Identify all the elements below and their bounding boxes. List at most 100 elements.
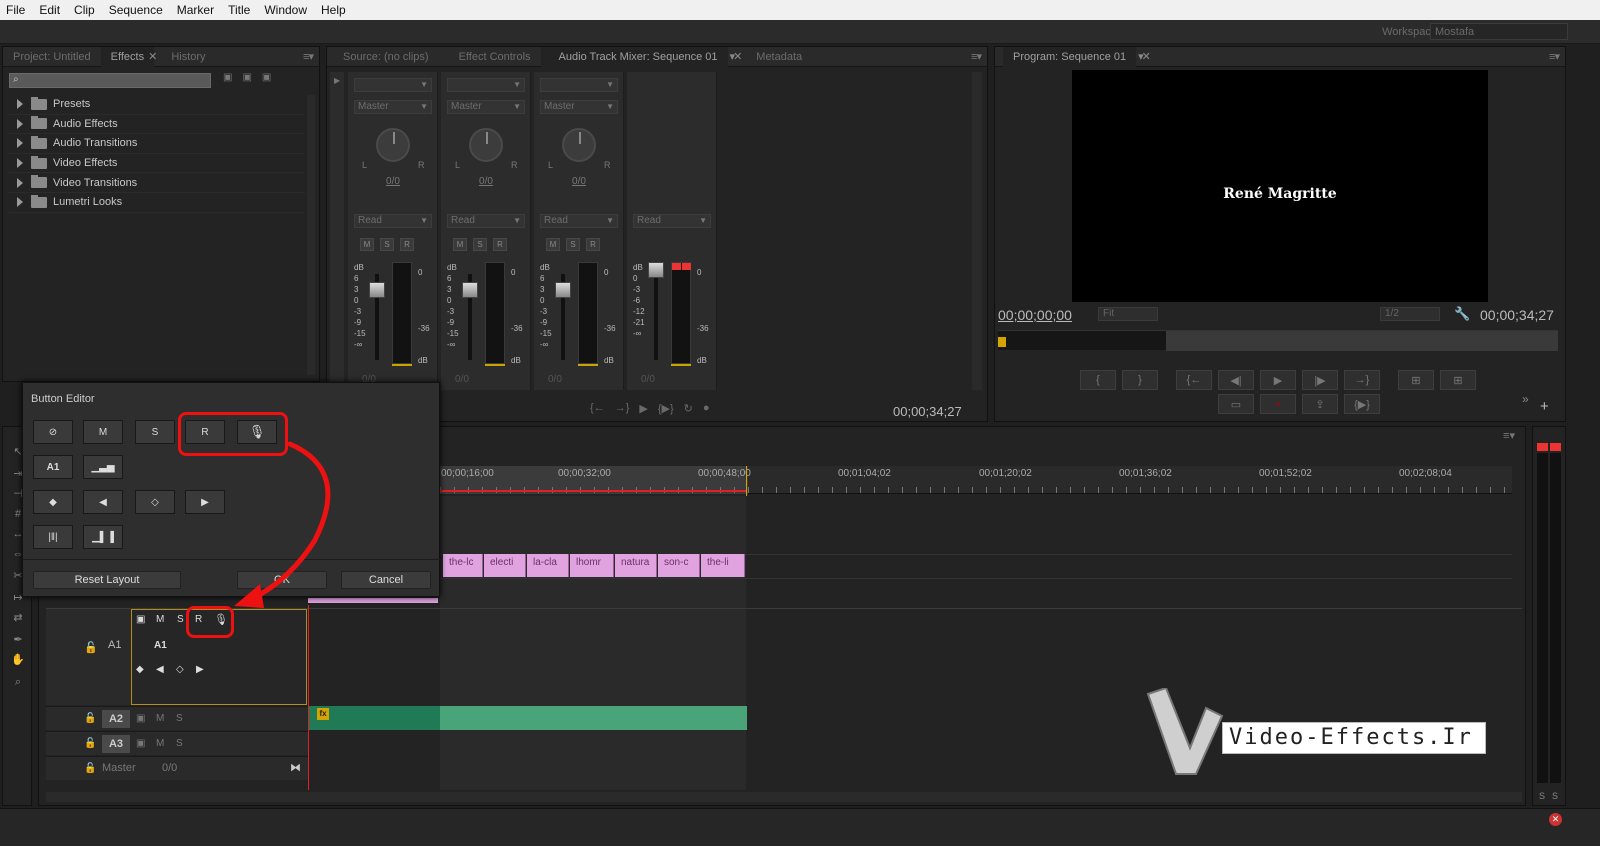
- master-volume-value[interactable]: 0/0: [162, 762, 177, 774]
- video-clip[interactable]: electi: [484, 554, 526, 577]
- lift-button[interactable]: ⊞: [1398, 370, 1434, 390]
- panel-menu-icon[interactable]: ≡▾: [1549, 50, 1560, 63]
- mute-video-icon[interactable]: ⊘: [33, 420, 73, 444]
- work-area-bar[interactable]: [1166, 331, 1558, 351]
- mark-out-button[interactable]: }: [1122, 370, 1158, 390]
- workspace-select[interactable]: Mostafa: [1430, 23, 1568, 40]
- go-to-out-button[interactable]: →}: [1344, 370, 1380, 390]
- strip-input-dropdown[interactable]: [540, 78, 618, 92]
- automation-dropdown[interactable]: Read: [354, 214, 432, 228]
- record-button[interactable]: R: [493, 238, 507, 251]
- error-icon[interactable]: ✕: [1549, 813, 1562, 826]
- video-clip[interactable]: lhomr: [570, 554, 614, 577]
- lock-icon[interactable]: 🔓: [84, 763, 96, 774]
- step-forward-button[interactable]: |▶: [1302, 370, 1338, 390]
- menu-file[interactable]: File: [6, 3, 25, 17]
- play-icon[interactable]: ▶: [639, 402, 647, 418]
- next-keyframe-icon[interactable]: ▶: [185, 490, 225, 514]
- menu-marker[interactable]: Marker: [177, 3, 214, 17]
- mute-video-icon[interactable]: ▣: [136, 614, 145, 625]
- effects-scrollbar[interactable]: [307, 95, 315, 375]
- video-clip[interactable]: the-lc: [443, 554, 483, 577]
- solo-button[interactable]: S: [380, 238, 394, 251]
- export-frame-button[interactable]: ⇪: [1302, 394, 1338, 414]
- close-icon[interactable]: ✕: [148, 50, 157, 63]
- hand-tool-icon[interactable]: ✋: [11, 653, 25, 667]
- 32bit-effects-icon[interactable]: ▣: [242, 72, 251, 88]
- track-target-button[interactable]: A3: [102, 735, 130, 753]
- pan-value[interactable]: 0/0: [348, 176, 438, 187]
- timeline-scrollbar[interactable]: [46, 792, 1522, 802]
- mute-video-icon[interactable]: ▣: [136, 738, 145, 749]
- track-name[interactable]: A1: [108, 639, 121, 651]
- volume-value[interactable]: 0/0: [641, 374, 655, 385]
- mute-video-icon[interactable]: ▣: [136, 713, 145, 724]
- menu-title[interactable]: Title: [228, 3, 250, 17]
- automation-dropdown[interactable]: Read: [447, 214, 525, 228]
- go-to-in-button[interactable]: {←: [1176, 370, 1212, 390]
- expand-icon[interactable]: [17, 99, 23, 110]
- loop-icon[interactable]: ↻: [684, 402, 693, 418]
- mute-button[interactable]: M: [156, 713, 164, 724]
- expand-icon[interactable]: [17, 158, 23, 169]
- tree-item-lumetri-looks[interactable]: Lumetri Looks: [9, 193, 305, 213]
- prev-keyframe-icon[interactable]: ◀: [156, 664, 164, 675]
- program-scrubber[interactable]: [998, 330, 1558, 351]
- pan-value[interactable]: 0/0: [441, 176, 531, 187]
- mute-button[interactable]: M: [156, 738, 164, 749]
- tab-program[interactable]: Program: Sequence 01: [1003, 46, 1137, 67]
- add-button-icon[interactable]: +: [1540, 398, 1549, 415]
- strip-input-dropdown[interactable]: [447, 78, 525, 92]
- volume-fader-handle[interactable]: [648, 262, 664, 278]
- strip-output-dropdown[interactable]: Master: [354, 100, 432, 114]
- mute-button[interactable]: M: [453, 238, 467, 251]
- panel-menu-icon[interactable]: ≡▾: [971, 50, 982, 63]
- mute-button[interactable]: M: [156, 614, 164, 625]
- tab-history[interactable]: History: [161, 47, 215, 67]
- menu-clip[interactable]: Clip: [74, 3, 95, 17]
- pan-knob[interactable]: [469, 128, 503, 162]
- record-button[interactable]: R: [400, 238, 414, 251]
- pen-tool-icon[interactable]: ✒: [11, 633, 25, 647]
- automation-dropdown[interactable]: Read: [633, 214, 711, 228]
- go-to-in-icon[interactable]: {←: [590, 402, 605, 418]
- step-back-button[interactable]: ◀|: [1218, 370, 1254, 390]
- strip-output-dropdown[interactable]: Master: [540, 100, 618, 114]
- tab-effect-controls[interactable]: Effect Controls: [439, 47, 541, 67]
- expand-icon[interactable]: [17, 138, 23, 149]
- tab-source[interactable]: Source: (no clips): [327, 47, 439, 67]
- audio-clip[interactable]: [440, 706, 747, 730]
- pan-knob[interactable]: [376, 128, 410, 162]
- keyframe-icon[interactable]: ◇: [135, 490, 175, 514]
- slide-tool-icon[interactable]: ⇄: [11, 611, 25, 625]
- volume-fader-handle[interactable]: [462, 282, 478, 298]
- tab-metadata[interactable]: Metadata: [746, 47, 812, 67]
- video-clip[interactable]: the-li: [701, 554, 745, 577]
- reset-layout-button[interactable]: Reset Layout: [33, 571, 181, 589]
- program-video-frame[interactable]: René Magritte: [1072, 70, 1488, 302]
- solo-button[interactable]: S: [176, 738, 183, 749]
- prev-keyframe-icon[interactable]: ◀: [83, 490, 123, 514]
- strip-output-dropdown[interactable]: Master: [447, 100, 525, 114]
- close-icon[interactable]: ✕: [1142, 50, 1151, 63]
- tab-effects[interactable]: Effects: [100, 46, 155, 67]
- accelerated-effects-icon[interactable]: ▣: [223, 72, 232, 88]
- tree-item-audio-transitions[interactable]: Audio Transitions: [9, 134, 305, 154]
- audio-clip[interactable]: fx: [309, 706, 440, 730]
- record-button[interactable]: ●: [1260, 394, 1296, 414]
- volume-fader-handle[interactable]: [369, 282, 385, 298]
- expand-arrow-icon[interactable]: ▶: [334, 76, 340, 85]
- menu-sequence[interactable]: Sequence: [109, 3, 163, 17]
- close-icon[interactable]: ✕: [733, 50, 742, 63]
- extract-button[interactable]: ⊞: [1440, 370, 1476, 390]
- go-to-out-icon[interactable]: →}: [615, 402, 630, 418]
- volume-fader-handle[interactable]: [555, 282, 571, 298]
- volume-value[interactable]: 0/0: [548, 374, 562, 385]
- mute-button[interactable]: M: [83, 420, 123, 444]
- tree-item-video-transitions[interactable]: Video Transitions: [9, 173, 305, 193]
- mixer-scrollbar[interactable]: [972, 72, 982, 390]
- tab-audio-track-mixer[interactable]: Audio Track Mixer: Sequence 01: [540, 46, 728, 67]
- zoom-tool-icon[interactable]: ⌕: [11, 675, 25, 689]
- panel-menu-icon[interactable]: ≡▾: [1503, 429, 1515, 442]
- resolution-dropdown[interactable]: 1/2: [1380, 307, 1440, 321]
